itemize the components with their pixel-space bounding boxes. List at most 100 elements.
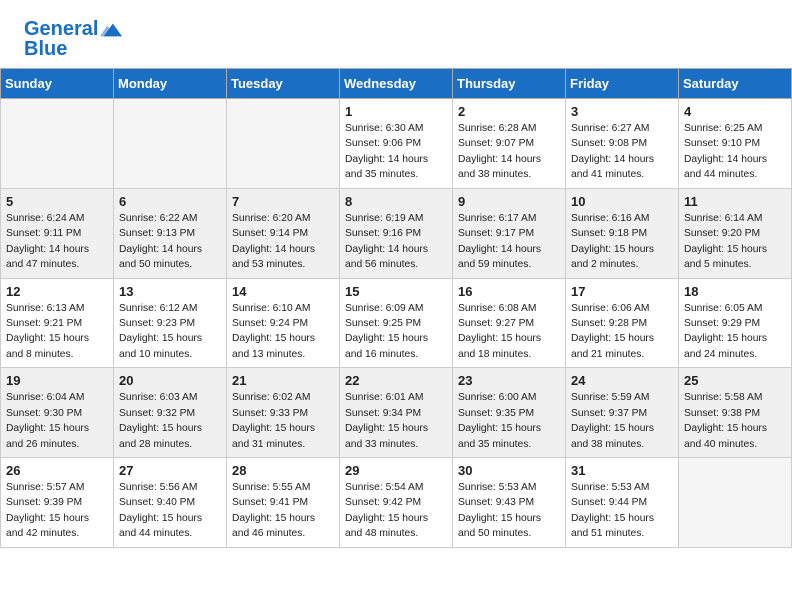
day-number: 11 xyxy=(684,194,786,209)
day-number: 19 xyxy=(6,373,108,388)
day-info: Sunrise: 6:13 AMSunset: 9:21 PMDaylight:… xyxy=(6,301,108,363)
day-info: Sunrise: 6:28 AMSunset: 9:07 PMDaylight:… xyxy=(458,121,560,183)
day-number: 6 xyxy=(119,194,221,209)
weekday-header-monday: Monday xyxy=(114,69,227,99)
calendar-cell-day-12: 12 Sunrise: 6:13 AMSunset: 9:21 PMDayligh… xyxy=(1,278,114,368)
weekday-header-saturday: Saturday xyxy=(679,69,792,99)
weekday-header-tuesday: Tuesday xyxy=(227,69,340,99)
day-info: Sunrise: 5:58 AMSunset: 9:38 PMDaylight:… xyxy=(684,390,786,452)
calendar-week-row: 12 Sunrise: 6:13 AMSunset: 9:21 PMDayligh… xyxy=(1,278,792,368)
calendar-cell-day-1: 1Sunrise: 6:30 AMSunset: 9:06 PMDaylight… xyxy=(340,99,453,189)
day-number: 20 xyxy=(119,373,221,388)
day-info: Sunrise: 6:17 AMSunset: 9:17 PMDaylight:… xyxy=(458,211,560,273)
day-number: 25 xyxy=(684,373,786,388)
day-info: Sunrise: 5:57 AMSunset: 9:39 PMDaylight:… xyxy=(6,480,108,542)
calendar-cell-day-30: 30 Sunrise: 5:53 AMSunset: 9:43 PMDayligh… xyxy=(453,458,566,548)
day-info: Sunrise: 6:06 AMSunset: 9:28 PMDaylight:… xyxy=(571,301,673,363)
calendar-cell-day-29: 29 Sunrise: 5:54 AMSunset: 9:42 PMDayligh… xyxy=(340,458,453,548)
weekday-header-thursday: Thursday xyxy=(453,69,566,99)
logo-blue-text: Blue xyxy=(24,38,67,60)
day-number: 8 xyxy=(345,194,447,209)
calendar-cell-day-16: 16 Sunrise: 6:08 AMSunset: 9:27 PMDayligh… xyxy=(453,278,566,368)
calendar-cell-day-22: 22Sunrise: 6:01 AMSunset: 9:34 PMDayligh… xyxy=(340,368,453,458)
calendar-cell-day-23: 23 Sunrise: 6:00 AMSunset: 9:35 PMDayligh… xyxy=(453,368,566,458)
day-number: 16 xyxy=(458,284,560,299)
day-info: Sunrise: 6:01 AMSunset: 9:34 PMDaylight:… xyxy=(345,390,447,452)
day-info: Sunrise: 5:54 AMSunset: 9:42 PMDaylight:… xyxy=(345,480,447,542)
calendar-week-row: 1Sunrise: 6:30 AMSunset: 9:06 PMDaylight… xyxy=(1,99,792,189)
calendar-cell-empty xyxy=(114,99,227,189)
day-info: Sunrise: 6:09 AMSunset: 9:25 PMDaylight:… xyxy=(345,301,447,363)
calendar-cell-day-3: 3Sunrise: 6:27 AMSunset: 9:08 PMDaylight… xyxy=(566,99,679,189)
day-number: 9 xyxy=(458,194,560,209)
day-info: Sunrise: 5:56 AMSunset: 9:40 PMDaylight:… xyxy=(119,480,221,542)
calendar-cell-day-20: 20 Sunrise: 6:03 AMSunset: 9:32 PMDayligh… xyxy=(114,368,227,458)
day-info: Sunrise: 6:25 AMSunset: 9:10 PMDaylight:… xyxy=(684,121,786,183)
day-number: 21 xyxy=(232,373,334,388)
day-info: Sunrise: 6:22 AMSunset: 9:13 PMDaylight:… xyxy=(119,211,221,273)
calendar-cell-day-27: 27 Sunrise: 5:56 AMSunset: 9:40 PMDayligh… xyxy=(114,458,227,548)
day-info: Sunrise: 6:04 AMSunset: 9:30 PMDaylight:… xyxy=(6,390,108,452)
day-number: 15 xyxy=(345,284,447,299)
day-info: Sunrise: 6:16 AMSunset: 9:18 PMDaylight:… xyxy=(571,211,673,273)
logo-icon xyxy=(100,18,122,40)
day-info: Sunrise: 6:27 AMSunset: 9:08 PMDaylight:… xyxy=(571,121,673,183)
calendar-cell-day-5: 5 Sunrise: 6:24 AMSunset: 9:11 PMDaylight… xyxy=(1,188,114,278)
calendar-cell-day-17: 17 Sunrise: 6:06 AMSunset: 9:28 PMDayligh… xyxy=(566,278,679,368)
day-number: 18 xyxy=(684,284,786,299)
calendar-cell-empty xyxy=(679,458,792,548)
day-info: Sunrise: 5:53 AMSunset: 9:43 PMDaylight:… xyxy=(458,480,560,542)
weekday-header-sunday: Sunday xyxy=(1,69,114,99)
day-number: 2 xyxy=(458,104,560,119)
day-number: 1 xyxy=(345,104,447,119)
calendar-cell-day-24: 24Sunrise: 5:59 AMSunset: 9:37 PMDayligh… xyxy=(566,368,679,458)
day-number: 12 xyxy=(6,284,108,299)
calendar-cell-day-11: 11 Sunrise: 6:14 AMSunset: 9:20 PMDayligh… xyxy=(679,188,792,278)
day-number: 28 xyxy=(232,463,334,478)
day-info: Sunrise: 6:05 AMSunset: 9:29 PMDaylight:… xyxy=(684,301,786,363)
day-info: Sunrise: 6:00 AMSunset: 9:35 PMDaylight:… xyxy=(458,390,560,452)
calendar-cell-day-19: 19 Sunrise: 6:04 AMSunset: 9:30 PMDayligh… xyxy=(1,368,114,458)
calendar-cell-day-10: 10 Sunrise: 6:16 AMSunset: 9:18 PMDayligh… xyxy=(566,188,679,278)
day-number: 4 xyxy=(684,104,786,119)
day-number: 23 xyxy=(458,373,560,388)
calendar-cell-day-7: 7Sunrise: 6:20 AMSunset: 9:14 PMDaylight… xyxy=(227,188,340,278)
calendar-cell-day-15: 15 Sunrise: 6:09 AMSunset: 9:25 PMDayligh… xyxy=(340,278,453,368)
day-info: Sunrise: 6:03 AMSunset: 9:32 PMDaylight:… xyxy=(119,390,221,452)
calendar-week-row: 5 Sunrise: 6:24 AMSunset: 9:11 PMDaylight… xyxy=(1,188,792,278)
calendar-cell-day-26: 26 Sunrise: 5:57 AMSunset: 9:39 PMDayligh… xyxy=(1,458,114,548)
day-number: 24 xyxy=(571,373,673,388)
day-number: 31 xyxy=(571,463,673,478)
day-info: Sunrise: 6:12 AMSunset: 9:23 PMDaylight:… xyxy=(119,301,221,363)
calendar-cell-day-8: 8 Sunrise: 6:19 AMSunset: 9:16 PMDaylight… xyxy=(340,188,453,278)
calendar-cell-day-6: 6 Sunrise: 6:22 AMSunset: 9:13 PMDaylight… xyxy=(114,188,227,278)
page-header: General Blue xyxy=(0,0,792,68)
calendar-cell-day-21: 21Sunrise: 6:02 AMSunset: 9:33 PMDayligh… xyxy=(227,368,340,458)
calendar-week-row: 26 Sunrise: 5:57 AMSunset: 9:39 PMDayligh… xyxy=(1,458,792,548)
calendar-cell-day-14: 14Sunrise: 6:10 AMSunset: 9:24 PMDayligh… xyxy=(227,278,340,368)
calendar-cell-day-25: 25 Sunrise: 5:58 AMSunset: 9:38 PMDayligh… xyxy=(679,368,792,458)
day-number: 27 xyxy=(119,463,221,478)
calendar-cell-day-13: 13Sunrise: 6:12 AMSunset: 9:23 PMDayligh… xyxy=(114,278,227,368)
calendar-cell-empty xyxy=(227,99,340,189)
day-number: 10 xyxy=(571,194,673,209)
day-number: 30 xyxy=(458,463,560,478)
day-number: 26 xyxy=(6,463,108,478)
weekday-header-friday: Friday xyxy=(566,69,679,99)
calendar-cell-empty xyxy=(1,99,114,189)
day-number: 14 xyxy=(232,284,334,299)
calendar-cell-day-9: 9 Sunrise: 6:17 AMSunset: 9:17 PMDaylight… xyxy=(453,188,566,278)
day-info: Sunrise: 5:55 AMSunset: 9:41 PMDaylight:… xyxy=(232,480,334,542)
calendar-cell-day-31: 31Sunrise: 5:53 AMSunset: 9:44 PMDayligh… xyxy=(566,458,679,548)
logo-text: General xyxy=(24,18,98,40)
day-number: 29 xyxy=(345,463,447,478)
day-info: Sunrise: 6:24 AMSunset: 9:11 PMDaylight:… xyxy=(6,211,108,273)
day-info: Sunrise: 6:20 AMSunset: 9:14 PMDaylight:… xyxy=(232,211,334,273)
day-info: Sunrise: 6:19 AMSunset: 9:16 PMDaylight:… xyxy=(345,211,447,273)
calendar-header-row: SundayMondayTuesdayWednesdayThursdayFrid… xyxy=(1,69,792,99)
day-info: Sunrise: 6:14 AMSunset: 9:20 PMDaylight:… xyxy=(684,211,786,273)
day-number: 5 xyxy=(6,194,108,209)
day-number: 17 xyxy=(571,284,673,299)
day-info: Sunrise: 6:08 AMSunset: 9:27 PMDaylight:… xyxy=(458,301,560,363)
calendar-cell-day-28: 28 Sunrise: 5:55 AMSunset: 9:41 PMDayligh… xyxy=(227,458,340,548)
